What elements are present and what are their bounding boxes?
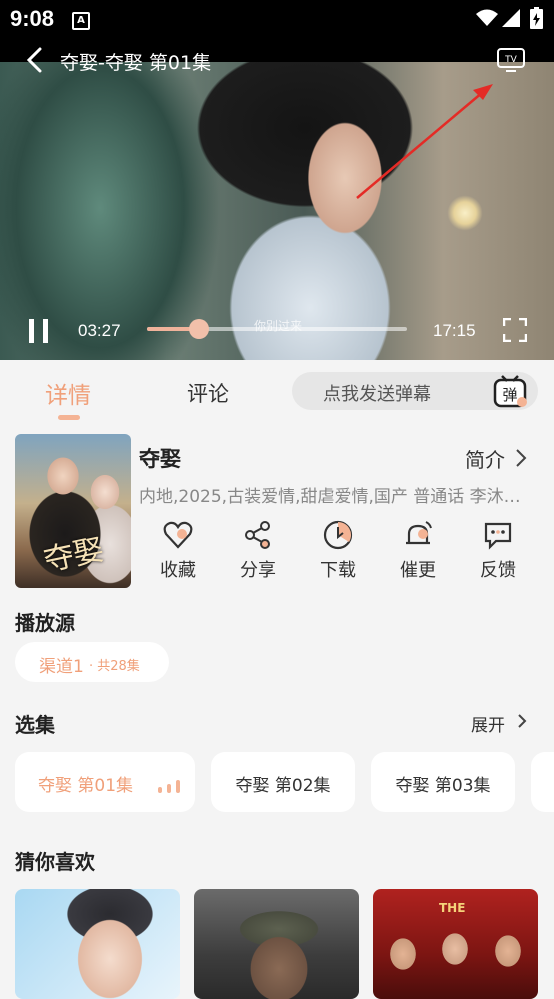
wifi-icon bbox=[476, 9, 498, 26]
svg-text:TV: TV bbox=[504, 55, 517, 65]
episode-label: 夺娶 第03集 bbox=[395, 776, 491, 796]
episode-chip-active[interactable]: 夺娶 第01集 bbox=[15, 752, 195, 812]
video-player[interactable]: 夺娶-夺娶 第01集 TV 你别过来 03:27 17:15 bbox=[0, 38, 554, 360]
show-meta: 内地,2025,古装爱情,甜虐爱情,国产 普通话 李沐… bbox=[139, 487, 521, 507]
danmu-input[interactable]: 点我发送弹幕 弹 bbox=[292, 372, 538, 410]
poster-logo: 夺娶 bbox=[40, 532, 107, 579]
battery-charging-icon bbox=[530, 7, 543, 29]
download-label: 下载 bbox=[320, 560, 356, 581]
episode-chip-partial[interactable] bbox=[531, 752, 554, 812]
remind-label: 催更 bbox=[400, 560, 436, 581]
tab-detail[interactable]: 详情 bbox=[45, 376, 91, 410]
share-label: 分享 bbox=[240, 560, 276, 581]
episode-chip[interactable]: 夺娶 第03集 bbox=[371, 752, 515, 812]
poster-text: THE bbox=[439, 901, 466, 915]
back-arrow-icon[interactable] bbox=[26, 47, 44, 73]
feedback-label: 反馈 bbox=[480, 560, 516, 581]
sources-title: 播放源 bbox=[15, 611, 75, 635]
playing-bars-icon bbox=[158, 780, 180, 793]
progress-track[interactable] bbox=[147, 319, 407, 339]
recommend-card[interactable] bbox=[194, 889, 359, 999]
pause-icon[interactable] bbox=[28, 319, 50, 343]
danmu-toggle-icon[interactable]: 弹 bbox=[492, 374, 530, 408]
video-title: 夺娶-夺娶 第01集 bbox=[60, 52, 212, 74]
status-bar: 9:08 A bbox=[0, 0, 554, 38]
recommend-title: 猜你喜欢 bbox=[15, 850, 95, 874]
svg-text:弹: 弹 bbox=[502, 386, 517, 404]
source-channel-chip[interactable]: 渠道1 · 共28集 bbox=[15, 642, 169, 682]
intro-link[interactable]: 简介 bbox=[465, 444, 505, 473]
tv-cast-icon[interactable]: TV bbox=[496, 46, 528, 76]
episode-label: 夺娶 第01集 bbox=[38, 776, 134, 796]
video-subtitle: 你别过来 bbox=[254, 319, 303, 333]
notification-a-icon: A bbox=[72, 12, 90, 30]
red-arrow-annotation bbox=[356, 84, 493, 199]
favorite-button[interactable]: 收藏 bbox=[148, 520, 208, 582]
episode-chip[interactable]: 夺娶 第02集 bbox=[211, 752, 355, 812]
heart-icon bbox=[163, 521, 193, 549]
chevron-right-icon[interactable] bbox=[515, 448, 527, 468]
download-icon bbox=[323, 520, 353, 550]
danmu-placeholder: 点我发送弹幕 bbox=[323, 384, 431, 405]
show-title: 夺娶 bbox=[139, 447, 181, 471]
signal-icon bbox=[502, 9, 520, 27]
share-icon bbox=[245, 521, 270, 549]
bell-icon bbox=[406, 521, 432, 545]
episode-label: 夺娶 第02集 bbox=[235, 776, 331, 796]
feedback-icon bbox=[484, 522, 512, 550]
chevron-right-icon[interactable] bbox=[517, 713, 527, 729]
tab-comments[interactable]: 评论 bbox=[187, 378, 229, 408]
feedback-button[interactable]: 反馈 bbox=[468, 520, 528, 582]
download-button[interactable]: 下载 bbox=[308, 520, 368, 582]
total-duration: 17:15 bbox=[433, 321, 476, 340]
show-poster[interactable]: 夺娶 bbox=[15, 434, 131, 588]
favorite-label: 收藏 bbox=[160, 560, 196, 581]
fullscreen-icon[interactable] bbox=[503, 318, 527, 342]
tab-indicator bbox=[58, 415, 80, 420]
progress-thumb[interactable] bbox=[189, 319, 209, 339]
expand-episodes[interactable]: 展开 bbox=[471, 711, 505, 736]
episodes-title: 选集 bbox=[15, 713, 55, 737]
current-time: 03:27 bbox=[78, 321, 121, 340]
remind-update-button[interactable]: 催更 bbox=[388, 520, 448, 582]
share-button[interactable]: 分享 bbox=[228, 520, 288, 582]
recommend-card[interactable] bbox=[15, 889, 180, 999]
recommend-card[interactable]: THE bbox=[373, 889, 538, 999]
status-time: 9:08 bbox=[10, 6, 55, 31]
source-episode-count: · 共28集 bbox=[89, 659, 140, 674]
source-channel-label: 渠道1 bbox=[39, 657, 84, 677]
detail-tabs: 详情 评论 点我发送弹幕 弹 bbox=[0, 360, 554, 422]
